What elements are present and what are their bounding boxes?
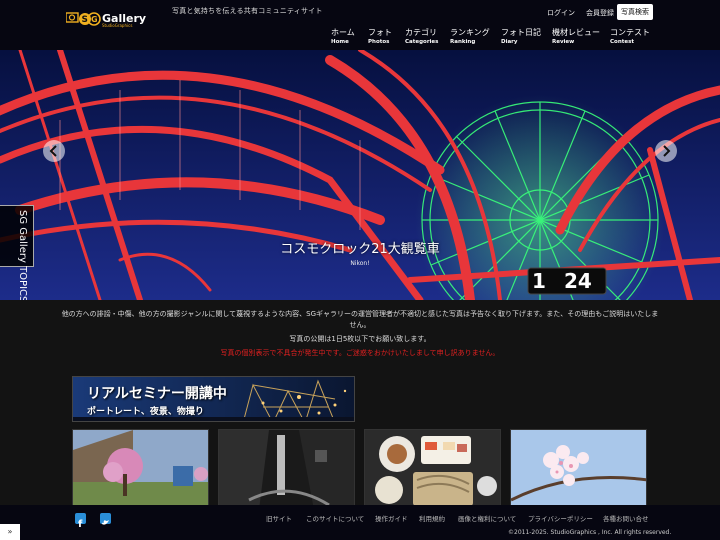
nav-review[interactable]: 機材レビュー Review bbox=[552, 27, 600, 46]
nav-home-en: Home bbox=[331, 39, 349, 45]
site-tagline: 写真と気持ちを伝える共有コミュニティサイト bbox=[172, 7, 323, 15]
nav-contest[interactable]: コンテスト Contest bbox=[610, 27, 650, 46]
slide-author[interactable]: Nikon! bbox=[0, 260, 720, 267]
clock-display-number: 24 bbox=[564, 269, 592, 293]
slider-prev-button[interactable] bbox=[43, 140, 65, 162]
footer-link-old-site[interactable]: 旧サイト bbox=[266, 513, 292, 523]
login-link[interactable]: ログイン bbox=[547, 8, 575, 18]
nav-categories[interactable]: カテゴリ Categories bbox=[405, 27, 438, 46]
nav-diary-en: Diary bbox=[501, 39, 518, 45]
nav-review-en: Review bbox=[552, 39, 575, 45]
facebook-icon[interactable]: f bbox=[75, 513, 86, 530]
copyright-text: ©2011-2025. StudioGraphics , Inc. All ri… bbox=[508, 529, 672, 536]
nav-review-jp: 機材レビュー bbox=[552, 28, 600, 37]
register-link[interactable]: 会員登録 bbox=[586, 8, 614, 18]
slider-next-button[interactable] bbox=[655, 140, 677, 162]
footer-link-guide[interactable]: 操作ガイド bbox=[375, 513, 408, 523]
logo-subtext: StudioGraphics bbox=[102, 23, 132, 28]
photo-thumbnail-cherry-tree[interactable] bbox=[72, 429, 209, 509]
footer-link-contact[interactable]: 各種お問い合せ bbox=[603, 513, 649, 523]
nav-categories-jp: カテゴリ bbox=[405, 28, 437, 37]
nav-ranking-en: Ranking bbox=[450, 39, 476, 45]
topics-tab[interactable]: SG Gallery TOPICS bbox=[0, 205, 34, 300]
nav-diary-jp: フォト日記 bbox=[501, 28, 541, 37]
footer-link-rights[interactable]: 画像と権利について bbox=[458, 513, 516, 523]
notice-alert: 写真の個別表示で不具合が発生中です。ご迷惑をおかけいたしまして申し訳ありません。 bbox=[220, 349, 500, 357]
photo-image bbox=[73, 430, 208, 508]
nav-photos-en: Photos bbox=[368, 39, 390, 45]
nav-ranking-jp: ランキング bbox=[450, 28, 490, 37]
nav-ranking[interactable]: ランキング Ranking bbox=[450, 27, 490, 46]
nav-categories-en: Categories bbox=[405, 39, 439, 45]
seminar-title: リアルセミナー開講中 bbox=[87, 386, 227, 402]
footer-link-about[interactable]: このサイトについて bbox=[306, 513, 364, 523]
twitter-icon[interactable] bbox=[100, 513, 111, 525]
seminar-banner[interactable]: リアルセミナー開講中 ポートレート、夜景、物撮り bbox=[72, 376, 355, 422]
photo-image bbox=[511, 430, 646, 508]
footer-link-privacy[interactable]: プライバシーポリシー bbox=[528, 513, 593, 523]
site-header: S G Gallery StudioGraphics 写真と気持ちを伝える共有コ… bbox=[0, 0, 720, 50]
back-to-top-button[interactable]: » bbox=[0, 524, 20, 540]
hero-slider[interactable]: 1 24 SG Gallery TOPICS コスモクロック21大観覧車 Nik… bbox=[0, 50, 720, 300]
nav-home[interactable]: ホーム Home bbox=[331, 27, 355, 46]
photo-thumbnail-japanese-meal[interactable] bbox=[364, 429, 501, 509]
svg-text:G: G bbox=[91, 15, 98, 24]
nav-home-jp: ホーム bbox=[331, 28, 355, 37]
page: S G Gallery StudioGraphics 写真と気持ちを伝える共有コ… bbox=[0, 0, 720, 540]
photo-thumbnail-cherry-blossom[interactable] bbox=[510, 429, 647, 509]
chevron-right-icon bbox=[663, 145, 671, 157]
photo-image bbox=[219, 430, 354, 508]
svg-text:S: S bbox=[82, 15, 88, 25]
site-logo[interactable]: S G Gallery StudioGraphics bbox=[65, 10, 164, 28]
photo-image bbox=[365, 430, 500, 508]
notice-line-1: 他の方への誹謗・中傷、他の方の撮影ジャンルに関して蔑視するような内容、SGギャラ… bbox=[61, 310, 659, 329]
nav-contest-en: Contest bbox=[610, 39, 634, 45]
nav-photos-jp: フォト bbox=[368, 28, 392, 37]
photo-search-button[interactable]: 写真検索 bbox=[617, 4, 653, 20]
nav-diary[interactable]: フォト日記 Diary bbox=[501, 27, 541, 46]
notice-line-2: 写真の公開は1日5枚以下でお願い致します。 bbox=[289, 335, 431, 343]
photo-thumbnail-waterfall[interactable] bbox=[218, 429, 355, 509]
seminar-subtitle: ポートレート、夜景、物撮り bbox=[87, 407, 204, 417]
notice-section: 他の方への誹謗・中傷、他の方の撮影ジャンルに関して蔑視するような内容、SGギャラ… bbox=[60, 309, 660, 362]
svg-text:1: 1 bbox=[532, 269, 546, 293]
chevron-left-icon bbox=[49, 145, 57, 157]
slide-title: コスモクロック21大観覧車 bbox=[280, 242, 440, 257]
nav-photos[interactable]: フォト Photos bbox=[368, 27, 392, 46]
nav-contest-jp: コンテスト bbox=[610, 28, 650, 37]
site-footer: f 旧サイト このサイトについて 操作ガイド 利用規約 画像と権利について プラ… bbox=[0, 505, 720, 540]
footer-link-terms[interactable]: 利用規約 bbox=[419, 513, 445, 523]
svg-text:f: f bbox=[78, 519, 83, 528]
